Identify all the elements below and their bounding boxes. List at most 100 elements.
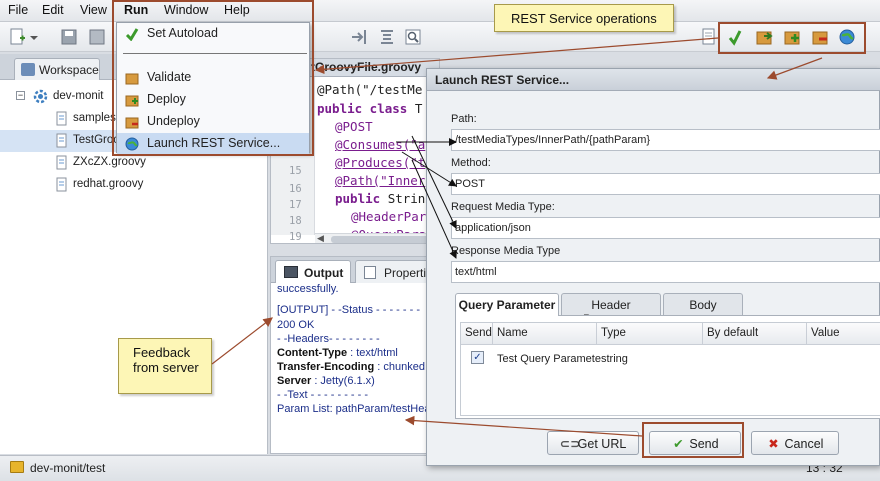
- line-number: 17: [289, 199, 302, 211]
- groovy-file-icon: [56, 111, 68, 126]
- scroll-left-icon[interactable]: ◀: [317, 233, 324, 243]
- method-label: Method:: [451, 157, 491, 169]
- callout-rest-operations: REST Service operations: [494, 4, 674, 32]
- code-line: public class T: [317, 101, 422, 116]
- tree-item-label: TestGroo: [73, 134, 120, 146]
- menu-run[interactable]: Run: [124, 3, 148, 17]
- code-text: T: [414, 101, 423, 116]
- header-key: Server: [277, 375, 312, 387]
- tree-item-label: redhat.groovy: [73, 178, 144, 190]
- tab-header-parameter[interactable]: Header Parameter: [561, 293, 661, 326]
- param-type-cell[interactable]: string: [601, 353, 628, 365]
- response-media-label: Response Media Type: [451, 245, 561, 257]
- set-autoload-icon[interactable]: [726, 28, 744, 46]
- line-number: 16: [289, 183, 302, 195]
- code-line: @POST: [335, 119, 373, 134]
- output-line: - -Headers- - - - - - - -: [277, 333, 380, 345]
- menu-item-set-autoload[interactable]: Set Autoload: [117, 23, 309, 45]
- find-icon[interactable]: [404, 28, 422, 46]
- menu-item-label: Launch REST Service...: [147, 136, 281, 150]
- header-value: : text/html: [347, 347, 398, 359]
- request-media-field[interactable]: application/json: [451, 217, 880, 239]
- groovy-file-icon: [56, 133, 68, 148]
- tree-item[interactable]: ZXcZX.groovy: [0, 152, 268, 174]
- groovy-file-icon: [56, 155, 68, 170]
- properties-icon: [364, 266, 376, 279]
- code-line: @Path("Inner: [335, 173, 426, 188]
- output-header-line: Server : Jetty(6.1.x): [277, 375, 375, 387]
- col-header-default[interactable]: By default: [703, 323, 807, 345]
- tab-query-parameter[interactable]: Query Parameter: [455, 293, 559, 316]
- scroll-thumb[interactable]: [331, 236, 431, 243]
- send-button[interactable]: ✔ Send: [649, 431, 741, 455]
- validate-icon[interactable]: [755, 28, 773, 46]
- col-header-type[interactable]: Type: [597, 323, 703, 345]
- tab-body[interactable]: Body: [663, 293, 743, 316]
- new-file-icon[interactable]: [8, 28, 26, 46]
- undeploy-icon[interactable]: [811, 28, 829, 46]
- output-line: Param List: pathParam/testHea: [277, 403, 431, 415]
- workspace-tab-label: Workspace: [39, 63, 99, 77]
- cancel-button[interactable]: ✖ Cancel: [751, 431, 839, 455]
- output-tab-label: Output: [304, 266, 344, 280]
- link-icon: ⊂⊃: [559, 437, 581, 451]
- tab-workspace[interactable]: Workspace: [14, 58, 100, 80]
- output-line: - -Text - - - - - - - - -: [277, 389, 369, 401]
- menu-item-undeploy[interactable]: Undeploy: [117, 111, 309, 133]
- code-text: Strin: [387, 191, 426, 206]
- format-icon[interactable]: [378, 28, 396, 46]
- param-name-cell[interactable]: Test Query Paramete: [497, 353, 601, 365]
- parameter-tabs: Query Parameter Header Parameter Body: [455, 293, 880, 326]
- tree-item-label: samples: [73, 112, 116, 124]
- menu-view[interactable]: View: [80, 3, 107, 17]
- console-icon: [284, 266, 298, 278]
- menu-window[interactable]: Window: [164, 3, 208, 17]
- callout-feedback: Feedback from server: [118, 338, 212, 394]
- cancel-label: Cancel: [784, 437, 824, 451]
- path-label: Path:: [451, 113, 477, 125]
- table-grid: Send Name Type By default Value ✓ Test Q…: [460, 322, 880, 416]
- code-line: @Produces("t: [335, 155, 426, 170]
- dropdown-arrow-icon[interactable]: [28, 28, 46, 46]
- col-header-name[interactable]: Name: [493, 323, 597, 345]
- method-field[interactable]: POST: [451, 173, 880, 195]
- tree-item[interactable]: redhat.groovy: [0, 174, 268, 196]
- document-icon[interactable]: [700, 28, 718, 46]
- header-value: : chunked: [374, 361, 425, 373]
- output-header-line: Transfer-Encoding : chunked: [277, 361, 425, 373]
- output-panel: Output Properties successfully. [OUTPUT]…: [270, 256, 440, 454]
- path-field[interactable]: /testMediaTypes/InnerPath/{pathParam}: [451, 129, 880, 151]
- dialog-title: Launch REST Service...: [427, 69, 880, 91]
- code-line: @Consumes("a: [335, 137, 426, 152]
- menu-help[interactable]: Help: [224, 3, 250, 17]
- validate-icon: [125, 71, 139, 85]
- save-all-icon[interactable]: [88, 28, 106, 46]
- indent-icon[interactable]: [350, 28, 368, 46]
- line-number: 19: [289, 231, 302, 243]
- output-tabbar: Output Properties: [271, 257, 439, 283]
- tab-output[interactable]: Output: [275, 260, 351, 283]
- horizontal-scrollbar[interactable]: ◀: [315, 233, 439, 243]
- deploy-icon[interactable]: [783, 28, 801, 46]
- menu-item-launch-rest[interactable]: Launch REST Service...: [117, 133, 309, 155]
- get-url-button[interactable]: ⊂⊃Get URL: [547, 431, 639, 455]
- query-parameter-table: Send Name Type By default Value ✓ Test Q…: [455, 315, 880, 419]
- run-menu: Set Autoload Validate Deploy Undeploy La…: [116, 22, 310, 155]
- save-icon[interactable]: [60, 28, 78, 46]
- collapse-icon[interactable]: −: [16, 91, 25, 100]
- launch-rest-icon[interactable]: [838, 28, 856, 46]
- deploy-icon: [125, 93, 139, 107]
- send-checkbox[interactable]: ✓: [471, 351, 484, 364]
- output-line: successfully.: [277, 283, 339, 295]
- header-key: Transfer-Encoding: [277, 361, 375, 373]
- menu-edit[interactable]: Edit: [42, 3, 64, 17]
- menu-item-label: Validate: [147, 70, 192, 84]
- col-header-value[interactable]: Value: [807, 323, 880, 345]
- menu-item-deploy[interactable]: Deploy: [117, 89, 309, 111]
- menu-file[interactable]: File: [8, 3, 28, 17]
- col-header-send[interactable]: Send: [461, 323, 493, 345]
- line-number: 15: [289, 165, 302, 177]
- response-media-field[interactable]: text/html: [451, 261, 880, 283]
- menu-item-validate[interactable]: Validate: [117, 67, 309, 89]
- header-key: Content-Type: [277, 347, 348, 359]
